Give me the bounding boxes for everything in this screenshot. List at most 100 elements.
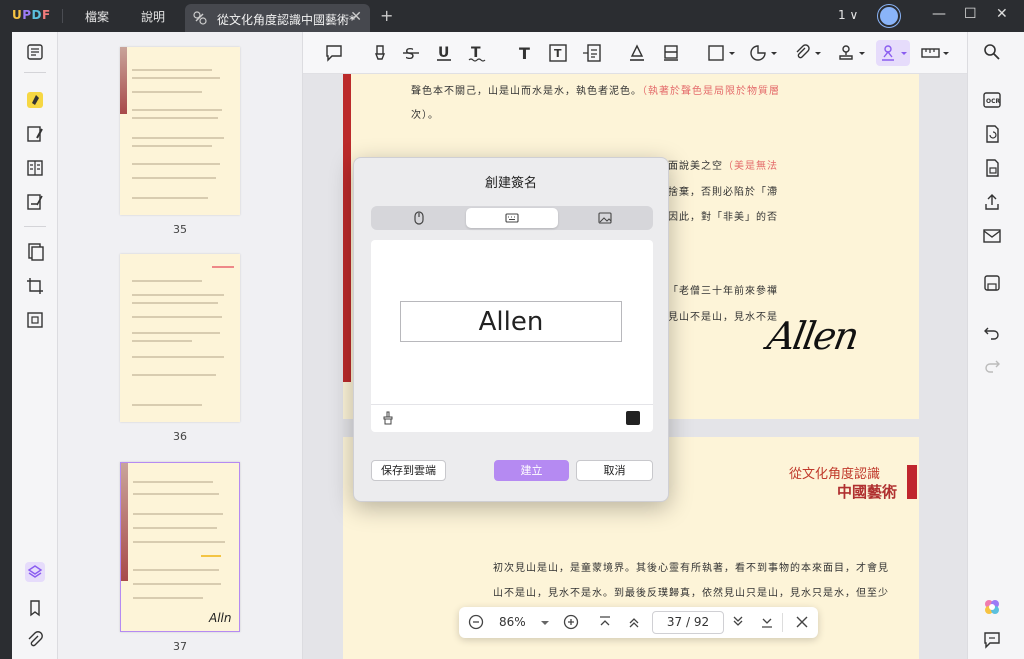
placed-signature[interactable]: Allen [764, 314, 860, 358]
ocr-icon[interactable]: OCR [982, 90, 1002, 110]
document-tab[interactable]: 從文化角度認識中國藝術* ✕ [185, 4, 370, 32]
thumb-line [132, 374, 216, 376]
thumb-line [133, 541, 225, 543]
comment-icon[interactable] [324, 44, 344, 62]
zoom-level[interactable]: 86% [499, 615, 526, 629]
strikethrough-icon[interactable]: S [401, 44, 421, 62]
attachment-icon[interactable] [25, 630, 45, 650]
page-number-field[interactable]: 37 / 92 [652, 611, 724, 634]
organize-pages-icon[interactable] [25, 242, 45, 262]
save-icon[interactable] [982, 273, 1002, 293]
thumb-line [132, 302, 218, 304]
maximize-icon[interactable]: ☐ [964, 6, 977, 22]
reader-icon[interactable] [25, 42, 45, 62]
first-page-icon[interactable] [596, 613, 614, 631]
share-icon[interactable] [982, 192, 1002, 212]
squiggly-icon[interactable]: T [467, 44, 487, 62]
last-page-icon[interactable] [758, 613, 776, 631]
thumb-line [132, 77, 220, 79]
brush-icon[interactable] [381, 411, 395, 425]
keyboard-icon [505, 213, 519, 223]
signature-input[interactable] [401, 302, 621, 341]
page-text-line: 聲色本不關己，山是山而水是水，執色者泥色。（執著於聲色是局限於物質層 [411, 86, 780, 97]
email-icon[interactable] [982, 226, 1002, 246]
thumb-edge [120, 47, 127, 115]
annotation-toolbar: S U T T T [303, 32, 967, 74]
signature-text-box [400, 301, 622, 342]
thumbnail-page[interactable] [120, 47, 240, 215]
close-window-icon[interactable]: ✕ [996, 6, 1008, 22]
protect-icon[interactable] [982, 158, 1002, 178]
thumb-line [133, 481, 213, 483]
thumb-line [132, 69, 212, 71]
form-icon[interactable] [25, 158, 45, 178]
menu-file[interactable]: 檔案 [85, 8, 109, 25]
thumb-line [132, 91, 202, 93]
underline-icon[interactable]: U [434, 44, 454, 62]
signature-canvas [371, 240, 653, 432]
stamp-dropdown-icon[interactable] [837, 44, 867, 62]
highlighter-icon[interactable] [370, 44, 390, 62]
thumb-line [132, 316, 222, 318]
svg-text:T: T [519, 44, 530, 62]
pencil-icon[interactable] [627, 44, 647, 62]
bookmark-icon[interactable] [25, 598, 45, 618]
zoom-in-icon[interactable] [562, 613, 580, 631]
chat-icon[interactable] [982, 630, 1002, 650]
new-tab-icon[interactable]: + [380, 6, 393, 25]
close-icon[interactable] [793, 613, 811, 631]
search-icon[interactable] [982, 42, 1002, 62]
image-icon [598, 212, 612, 224]
minimize-icon[interactable]: — [932, 6, 946, 22]
thumb-line [132, 117, 218, 119]
tab-keyboard[interactable] [466, 208, 558, 228]
svg-text:T: T [554, 47, 562, 60]
text-callout-icon[interactable] [582, 44, 602, 62]
text-box-icon[interactable]: T [548, 44, 568, 62]
sign-icon[interactable] [25, 192, 45, 212]
measure-dropdown-icon[interactable] [921, 44, 951, 62]
text-icon[interactable]: T [515, 44, 535, 62]
thumbnail-page[interactable] [120, 254, 240, 422]
rail-divider [24, 226, 46, 227]
redo-icon[interactable] [982, 355, 1002, 375]
tab-image[interactable] [559, 208, 651, 228]
zoom-dropdown-icon[interactable] [539, 613, 551, 631]
ai-assistant-icon[interactable] [982, 597, 1002, 617]
page-text-line: 山不是山，見水不是水。到最後反璞歸真，依然見山只是山，見水只是水，但至少 [493, 588, 889, 599]
svg-text:U: U [438, 45, 449, 61]
thumb-line [133, 583, 221, 585]
tab-mouse[interactable] [373, 208, 465, 228]
eraser-icon[interactable] [661, 44, 681, 62]
create-button[interactable]: 建立 [494, 460, 569, 481]
undo-icon[interactable] [982, 322, 1002, 342]
window-edge [0, 32, 12, 659]
shape-dropdown-icon[interactable] [707, 44, 737, 62]
menu-help[interactable]: 說明 [141, 8, 165, 25]
create-signature-dialog: 創建簽名 保存到雲端 建立 取消 [353, 157, 669, 502]
attach-file-icon[interactable] [793, 44, 823, 62]
cancel-button[interactable]: 取消 [576, 460, 653, 481]
signature-tool-active[interactable] [876, 40, 910, 66]
edit-pdf-icon[interactable] [25, 124, 45, 144]
comment-highlight-icon[interactable] [25, 90, 45, 110]
thumbnail-page-current[interactable]: Alln [120, 462, 240, 632]
layers-icon[interactable] [25, 562, 45, 582]
crop-icon[interactable] [25, 276, 45, 296]
nav-divider [782, 613, 783, 632]
next-page-icon[interactable] [729, 613, 747, 631]
save-to-cloud-button[interactable]: 保存到雲端 [371, 460, 446, 481]
close-tab-icon[interactable]: ✕ [350, 9, 362, 25]
thumb-line [132, 145, 212, 147]
color-swatch[interactable] [626, 411, 640, 425]
page-tools-icon[interactable] [25, 310, 45, 330]
avatar[interactable] [878, 5, 900, 27]
page-text-line: 見山不是山，見水不是 [668, 312, 778, 323]
thumb-line [201, 555, 221, 557]
window-count-dropdown[interactable]: 1 ∨ [838, 8, 858, 22]
previous-page-icon[interactable] [625, 613, 643, 631]
zoom-out-icon[interactable] [467, 613, 485, 631]
convert-icon[interactable] [982, 124, 1002, 144]
sticker-dropdown-icon[interactable] [749, 44, 779, 62]
thumb-line [132, 197, 208, 199]
